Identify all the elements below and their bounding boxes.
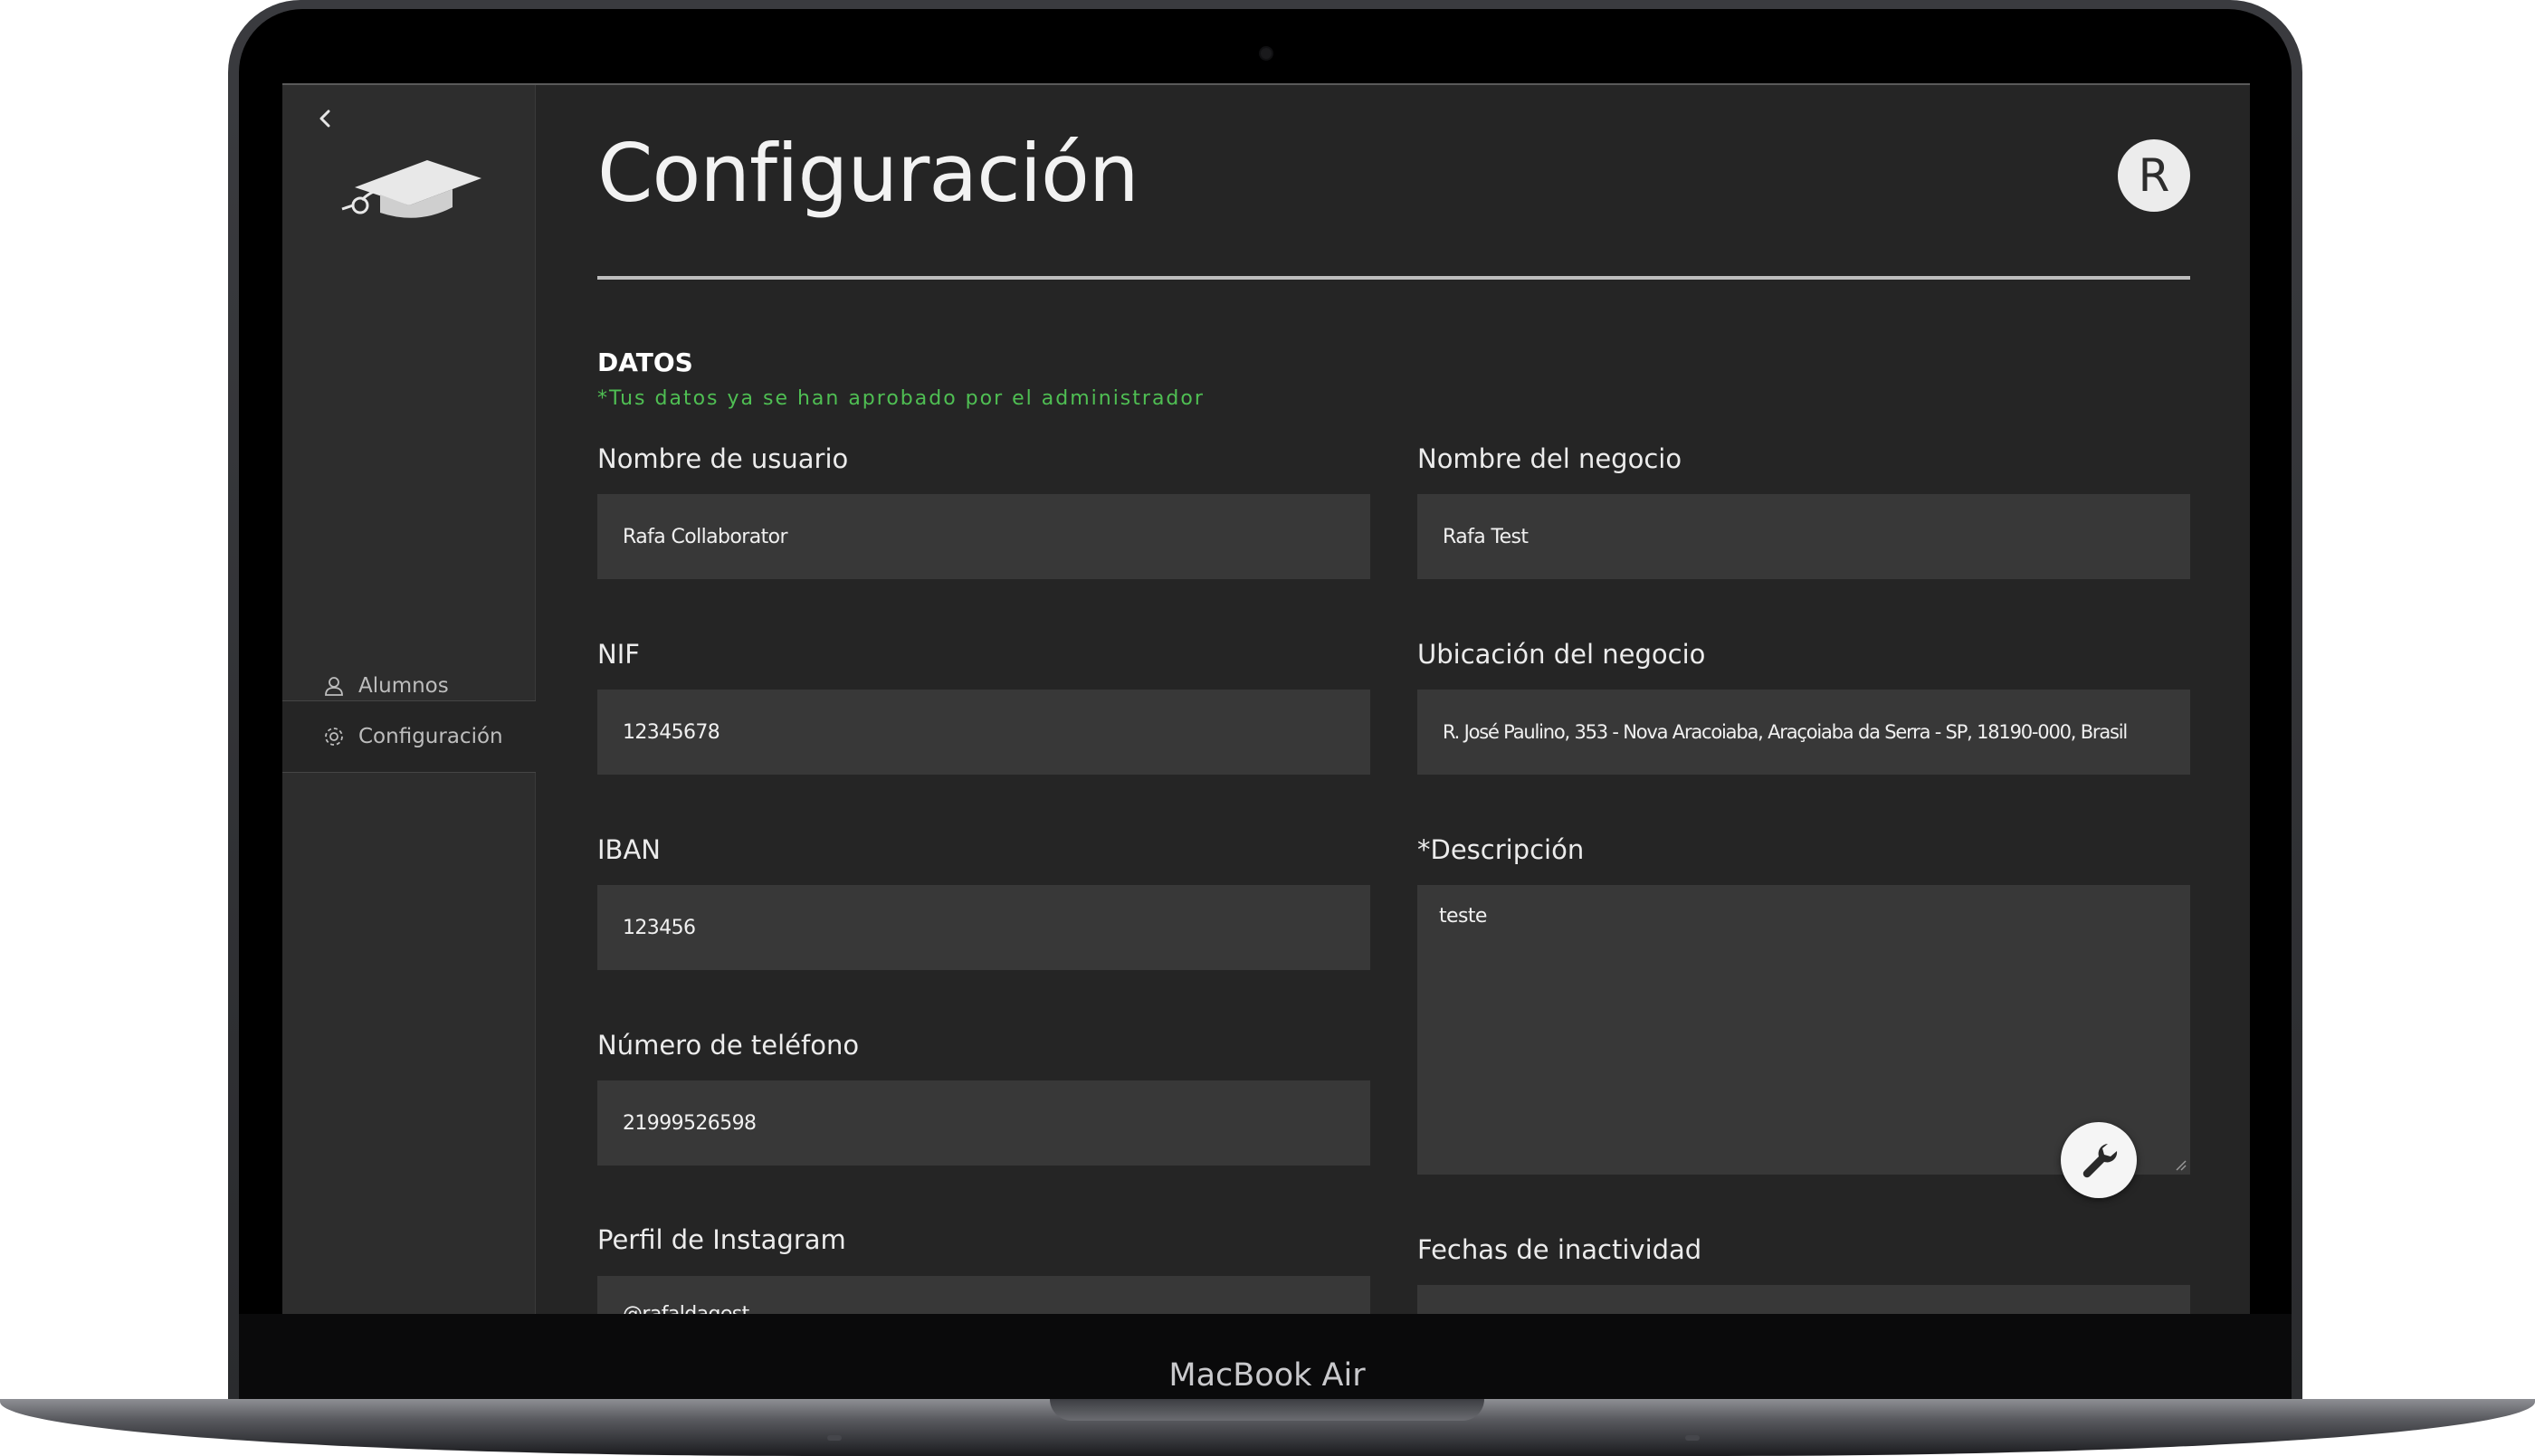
business-location-value: R. José Paulino, 353 - Nova Aracoiaba, A…: [1443, 721, 2128, 743]
instagram-label: Perfil de Instagram: [597, 1224, 846, 1255]
page-title: Configuración: [597, 127, 1139, 220]
phone-label: Número de teléfono: [597, 1030, 860, 1061]
description-label: *Descripción: [1417, 834, 1585, 865]
camera-icon: [1259, 46, 1273, 61]
back-chevron-icon[interactable]: [311, 105, 338, 132]
wrench-icon: [2082, 1144, 2118, 1178]
device-brand-label: MacBook Air: [1168, 1357, 1366, 1394]
avatar[interactable]: R: [2118, 139, 2190, 212]
resize-grip-icon[interactable]: [2174, 1158, 2187, 1171]
settings-fab-button[interactable]: [2061, 1122, 2137, 1198]
phone-input[interactable]: 21999526598: [597, 1080, 1370, 1166]
iban-label: IBAN: [597, 834, 661, 865]
avatar-initial: R: [2138, 149, 2170, 202]
business-location-input[interactable]: R. José Paulino, 353 - Nova Aracoiaba, A…: [1417, 690, 2190, 775]
description-value: teste: [1439, 905, 1487, 928]
instagram-value: @rafaldagest: [623, 1303, 749, 1314]
user-icon: [325, 677, 343, 696]
nif-value: 12345678: [623, 720, 720, 744]
iban-value: 123456: [623, 916, 696, 939]
graduation-cap-logo-icon: [341, 160, 481, 218]
inactivity-dates-input[interactable]: [1417, 1285, 2190, 1314]
business-name-value: Rafa Test: [1443, 525, 1529, 548]
laptop-foot: [1685, 1435, 1700, 1441]
sidebar-item-configuracion[interactable]: Configuración: [282, 700, 536, 773]
screen-top-border: [282, 83, 2250, 85]
phone-value: 21999526598: [623, 1111, 757, 1135]
business-location-label: Ubicación del negocio: [1417, 639, 1706, 670]
nif-input[interactable]: 12345678: [597, 690, 1370, 775]
laptop-foot: [827, 1435, 842, 1441]
approval-note: *Tus datos ya se han aprobado por el adm…: [597, 387, 1205, 410]
title-divider: [597, 276, 2190, 280]
business-name-input[interactable]: Rafa Test: [1417, 494, 2190, 579]
username-label: Nombre de usuario: [597, 443, 849, 474]
iban-input[interactable]: 123456: [597, 885, 1370, 970]
laptop-notch: [1050, 1399, 1484, 1421]
username-input[interactable]: Rafa Collaborator: [597, 494, 1370, 579]
nif-label: NIF: [597, 639, 640, 670]
laptop-mockup: Alumnos Configuración Configuración R DA…: [0, 0, 2535, 1456]
sidebar-item-label: Alumnos: [358, 674, 449, 698]
sidebar-item-label: Configuración: [358, 725, 503, 748]
sidebar: Alumnos Configuración: [282, 85, 536, 1314]
instagram-input[interactable]: @rafaldagest: [597, 1276, 1370, 1314]
inactivity-dates-label: Fechas de inactividad: [1417, 1234, 1702, 1265]
gear-icon: [325, 728, 343, 746]
username-value: Rafa Collaborator: [623, 525, 788, 548]
business-name-label: Nombre del negocio: [1417, 443, 1682, 474]
app-screen: Alumnos Configuración Configuración R DA…: [282, 83, 2250, 1314]
section-title: DATOS: [597, 347, 693, 377]
